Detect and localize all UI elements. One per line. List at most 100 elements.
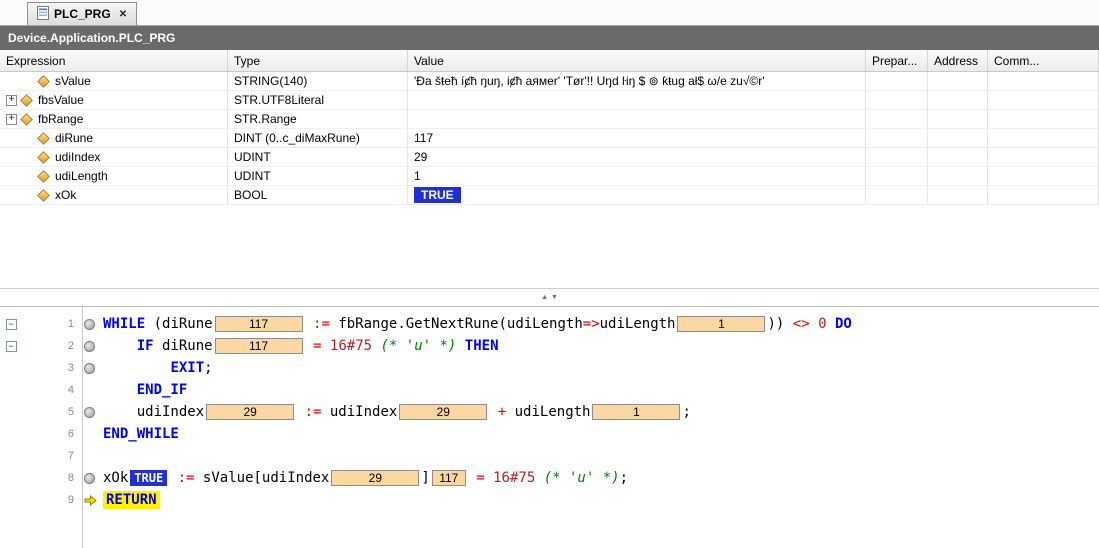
code-token (321, 338, 329, 354)
prepared-cell[interactable] (866, 72, 928, 91)
type-cell: BOOL (228, 186, 408, 205)
inline-monitor-value[interactable]: 117 (215, 338, 303, 354)
code-token (305, 316, 313, 332)
comment-cell[interactable] (988, 91, 1099, 110)
watch-panel: Expression Type Value Prepar... Address … (0, 50, 1099, 289)
column-header-type[interactable]: Type (228, 50, 408, 71)
code-token: = (313, 338, 321, 354)
inline-monitor-value[interactable]: 1 (592, 404, 680, 420)
prepared-cell[interactable] (866, 167, 928, 186)
comment-cell[interactable] (988, 167, 1099, 186)
expand-icon[interactable]: + (6, 114, 17, 125)
prepared-cell[interactable] (866, 110, 928, 129)
code-token: 16#75 (330, 338, 372, 354)
code-token: diRune (154, 338, 213, 354)
instruction-pointer-icon (84, 495, 97, 506)
line-number: 6 (22, 428, 82, 440)
prepared-cell[interactable] (866, 129, 928, 148)
expand-icon[interactable]: + (6, 95, 17, 106)
expression-cell: xOk (0, 186, 228, 205)
code-token (489, 404, 497, 420)
inline-monitor-value[interactable]: 117 (432, 470, 466, 486)
fold-margin: − (0, 319, 22, 330)
code-token: sValue[udiIndex (195, 470, 330, 486)
column-header-comment[interactable]: Comm... (988, 50, 1099, 71)
code-token: fbRange.GetNextRune(udiLength (330, 316, 583, 332)
inline-bool-value[interactable]: TRUE (130, 470, 167, 486)
type-cell: STR.Range (228, 110, 408, 129)
comment-cell[interactable] (988, 110, 1099, 129)
column-header-address[interactable]: Address (928, 50, 988, 71)
tab-label: PLC_PRG (54, 7, 111, 21)
table-row[interactable]: +fbsValueSTR.UTF8Literal (0, 91, 1099, 110)
address-cell (928, 167, 988, 186)
table-row[interactable]: xOk BOOL TRUE (0, 186, 1099, 205)
comment-cell[interactable] (988, 72, 1099, 91)
expression-name: fbsValue (38, 93, 84, 107)
prepared-cell[interactable] (866, 91, 928, 110)
expression-name: xOk (55, 188, 76, 202)
bool-value-badge: TRUE (414, 187, 461, 203)
column-header-expression[interactable]: Expression (0, 50, 228, 71)
comment-cell[interactable] (988, 186, 1099, 205)
code-token (827, 316, 835, 332)
code-token: udiIndex (103, 404, 204, 420)
expression-cell: sValue (0, 72, 228, 91)
execution-marker (82, 473, 103, 484)
watch-table-body: sValueSTRING(140)'Đa šŧeħ íȼħ ŋuŋ, iȼħ a… (0, 72, 1099, 205)
inline-monitor-value[interactable]: 29 (399, 404, 487, 420)
inline-monitor-value[interactable]: 29 (331, 470, 419, 486)
table-row[interactable]: sValueSTRING(140)'Đa šŧeħ íȼħ ŋuŋ, iȼħ a… (0, 72, 1099, 91)
breakpoint-dot-icon[interactable] (84, 407, 95, 418)
code-line: 5 udiIndex29 := udiIndex29 + udiLength1; (0, 401, 1099, 423)
code-editor[interactable]: −1WHILE (diRune117 := fbRange.GetNextRun… (0, 307, 1099, 548)
column-header-value[interactable]: Value (408, 50, 866, 71)
splitter-handle[interactable]: ▲ ▼ (0, 289, 1099, 307)
code-token: := (313, 316, 330, 332)
column-header-prepared[interactable]: Prepar... (866, 50, 928, 71)
breakpoint-dot-icon[interactable] (84, 473, 95, 484)
code-token: udiLength (600, 316, 676, 332)
address-cell (928, 148, 988, 167)
comment-cell[interactable] (988, 148, 1099, 167)
expression-name: diRune (55, 131, 93, 145)
value-cell (408, 110, 866, 129)
code-token: => (583, 316, 600, 332)
code-token (810, 316, 818, 332)
table-row[interactable]: +fbRangeSTR.Range (0, 110, 1099, 129)
execution-marker (82, 363, 103, 374)
code-token: EXIT (170, 360, 204, 376)
fold-collapse-icon[interactable]: − (6, 341, 17, 352)
code-token: := (178, 470, 195, 486)
tab-bar: PLC_PRG ✕ (0, 0, 1099, 26)
table-row[interactable]: diRuneDINT (0..c_diMaxRune)117 (0, 129, 1099, 148)
variable-icon (37, 75, 50, 88)
value-text: 117 (414, 131, 433, 145)
code-token: := (305, 404, 322, 420)
value-cell: 1 (408, 167, 866, 186)
table-row[interactable]: udiLengthUDINT1 (0, 167, 1099, 186)
close-icon[interactable]: ✕ (119, 9, 127, 20)
code-text: RETURN (103, 491, 160, 509)
comment-cell[interactable] (988, 129, 1099, 148)
prepared-cell[interactable] (866, 186, 928, 205)
splitter-down-icon[interactable]: ▼ (551, 294, 558, 301)
inline-monitor-value[interactable]: 1 (677, 316, 765, 332)
fold-collapse-icon[interactable]: − (6, 319, 17, 330)
code-token (468, 470, 476, 486)
code-token (169, 470, 177, 486)
table-row[interactable]: udiIndexUDINT29 (0, 148, 1099, 167)
address-cell (928, 186, 988, 205)
line-number: 1 (22, 318, 82, 330)
tab-plc-prg[interactable]: PLC_PRG ✕ (27, 2, 137, 25)
inline-monitor-value[interactable]: 117 (215, 316, 303, 332)
breakpoint-dot-icon[interactable] (84, 341, 95, 352)
breakpoint-dot-icon[interactable] (84, 319, 95, 330)
splitter-up-icon[interactable]: ▲ (541, 294, 548, 301)
code-token: 16#75 (493, 470, 535, 486)
breakpoint-dot-icon[interactable] (84, 363, 95, 374)
variable-icon (20, 113, 33, 126)
inline-monitor-value[interactable]: 29 (206, 404, 294, 420)
code-token: + (498, 404, 506, 420)
prepared-cell[interactable] (866, 148, 928, 167)
